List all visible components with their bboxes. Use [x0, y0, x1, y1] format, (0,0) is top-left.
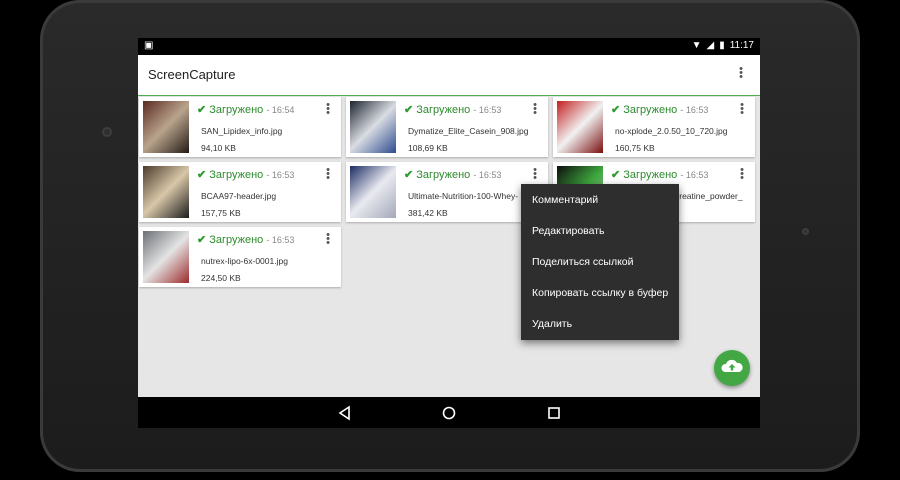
navigation-bar — [138, 397, 760, 428]
upload-card[interactable]: ✔ Загружено - 16:53 no-xplode_2.0.50_10_7… — [553, 97, 755, 157]
thumbnail — [350, 166, 396, 218]
status-bar: ▣ ▼ ◢ ▮ 11:17 — [138, 38, 760, 55]
card-menu-icon[interactable]: • • • — [323, 100, 333, 119]
menu-item-delete[interactable]: Удалить — [532, 318, 572, 330]
card-menu-icon[interactable]: • • • — [530, 165, 540, 184]
signal-icon: ◢ — [706, 40, 715, 51]
file-name: no-xplode_2.0.50_10_720.jpg — [615, 126, 728, 136]
file-name: Dymatize_Elite_Casein_908.jpg — [408, 126, 529, 136]
file-size: 160,75 KB — [615, 143, 655, 153]
file-name: SAN_Lipidex_info.jpg — [201, 126, 283, 136]
screen: ▣ ▼ ◢ ▮ 11:17 ScreenCapture • • • ✔ Загруже… — [138, 38, 760, 428]
menu-item-copy-link[interactable]: Копировать ссылку в буфер — [532, 287, 668, 299]
menu-item-comment[interactable]: Комментарий — [532, 194, 598, 206]
upload-card[interactable]: ✔ Загружено - 16:53 nutrex-lipo-6x-0001.j… — [139, 227, 341, 287]
file-name: creatine_powder_ — [675, 191, 743, 201]
thumbnail — [143, 101, 189, 153]
upload-status: ✔ Загружено - 16:53 — [197, 169, 295, 181]
menu-item-share-link[interactable]: Поделиться ссылкой — [532, 256, 634, 268]
file-size: 224,50 KB — [201, 273, 241, 283]
file-size: 157,75 KB — [201, 208, 241, 218]
back-icon[interactable] — [337, 405, 353, 421]
file-name: BCAA97-header.jpg — [201, 191, 277, 201]
clock: 11:17 — [729, 40, 754, 51]
upload-status: ✔ Загружено - 16:53 — [611, 104, 709, 116]
sensor-right — [802, 228, 809, 235]
app-title: ScreenCapture — [148, 67, 236, 82]
card-menu-icon[interactable]: • • • — [530, 100, 540, 119]
android-notification-icon: ▣ — [144, 40, 154, 51]
check-icon: ✔ — [404, 104, 414, 116]
check-icon: ✔ — [197, 234, 207, 246]
cloud-upload-icon — [721, 359, 743, 372]
home-icon[interactable] — [441, 405, 457, 421]
upload-fab[interactable] — [714, 350, 750, 386]
thumbnail — [143, 166, 189, 218]
upload-status: ✔ Загружено - 16:54 — [197, 104, 295, 116]
thumbnail — [350, 101, 396, 153]
upload-status: ✔ Загружено - 16:53 — [197, 234, 295, 246]
upload-status: ✔ Загружено - 16:53 — [404, 104, 502, 116]
front-camera-left — [102, 127, 112, 137]
battery-icon: ▮ — [719, 40, 725, 51]
check-icon: ✔ — [197, 104, 207, 116]
app-bar: ScreenCapture • • • — [138, 55, 760, 96]
check-icon: ✔ — [611, 104, 621, 116]
card-menu-icon[interactable]: • • • — [737, 100, 747, 119]
thumbnail — [557, 101, 603, 153]
menu-item-edit[interactable]: Редактировать — [532, 225, 605, 237]
file-size: 94,10 KB — [201, 143, 236, 153]
thumbnail — [143, 231, 189, 283]
context-menu: Комментарий Редактировать Поделиться ссы… — [521, 184, 679, 340]
upload-card[interactable]: ✔ Загружено - 16:53 BCAA97-header.jpg 157… — [139, 162, 341, 222]
card-menu-icon[interactable]: • • • — [737, 165, 747, 184]
overflow-menu-icon[interactable]: • • • — [736, 64, 746, 83]
wifi-icon: ▼ — [691, 40, 702, 51]
file-size: 108,69 KB — [408, 143, 448, 153]
upload-card[interactable]: ✔ Загружено - 16:54 SAN_Lipidex_info.jpg … — [139, 97, 341, 157]
check-icon: ✔ — [197, 169, 207, 181]
recents-icon[interactable] — [546, 405, 562, 421]
file-name: nutrex-lipo-6x-0001.jpg — [201, 256, 288, 266]
check-icon: ✔ — [611, 169, 621, 181]
upload-card[interactable]: ✔ Загружено - 16:53 Dymatize_Elite_Casein… — [346, 97, 548, 157]
card-menu-icon[interactable]: • • • — [323, 230, 333, 249]
upload-status: ✔ Загружено - 16:53 — [404, 169, 502, 181]
check-icon: ✔ — [404, 169, 414, 181]
upload-card[interactable]: ✔ Загружено - 16:53 Ultimate-Nutrition-10… — [346, 162, 548, 222]
card-menu-icon[interactable]: • • • — [323, 165, 333, 184]
file-size: 381,42 KB — [408, 208, 448, 218]
upload-status: ✔ Загружено - 16:53 — [611, 169, 709, 181]
